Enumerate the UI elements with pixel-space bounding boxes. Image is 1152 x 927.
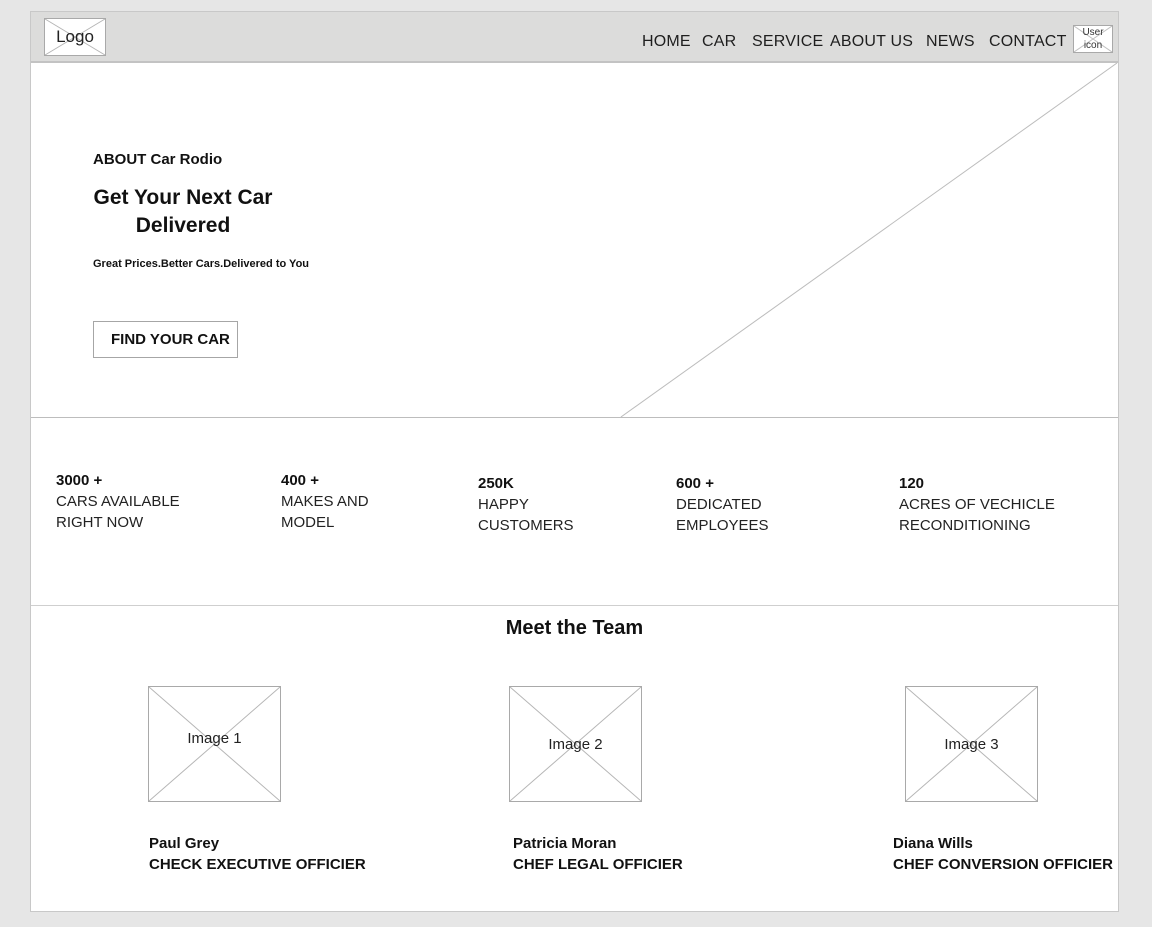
user-icon-label-line1: User xyxy=(1082,27,1104,38)
nav-news[interactable]: NEWS xyxy=(926,33,975,53)
nav-service[interactable]: SERVICE xyxy=(752,33,823,53)
hero-image-placeholder-line xyxy=(620,63,1118,417)
image-label: Image 1 xyxy=(187,729,242,747)
stat-number: 400 + xyxy=(281,472,319,489)
stats-section: 3000 + CARS AVAILABLE RIGHT NOW 400 + MA… xyxy=(31,418,1118,606)
stat-label: CARS AVAILABLE RIGHT NOW xyxy=(56,493,180,531)
hero-eyebrow: ABOUT Car Rodio xyxy=(93,151,223,168)
stat-customers: 250K HAPPY CUSTOMERS xyxy=(478,473,574,536)
hero-subtitle: Great Prices.Better Cars.Delivered to Yo… xyxy=(93,258,310,270)
image-label: Image 3 xyxy=(944,735,999,753)
stat-number: 250K xyxy=(478,475,514,492)
logo[interactable]: Logo xyxy=(44,18,106,56)
header-bar: Logo HOME CAR SERVICE ABOUT US NEWS CONT… xyxy=(31,12,1118,63)
member-role-1: CHECK EXECUTIVE OFFICIER xyxy=(149,856,366,873)
member-name-3: Diana Wills xyxy=(893,835,973,852)
team-image-1: Image 1 xyxy=(148,686,281,802)
nav-home[interactable]: HOME xyxy=(642,33,691,53)
stat-label: ACRES OF VECHICLE RECONDITIONING xyxy=(899,496,1055,534)
stat-employees: 600 + DEDICATED EMPLOYEES xyxy=(676,473,769,536)
hero-title: Get Your Next Car Delivered xyxy=(93,186,273,237)
nav-about-us[interactable]: ABOUT US xyxy=(830,33,913,53)
logo-label: Logo xyxy=(56,27,94,46)
stat-cars: 3000 + CARS AVAILABLE RIGHT NOW xyxy=(56,470,180,533)
member-name-2: Patricia Moran xyxy=(513,835,617,852)
find-your-car-button[interactable]: FIND YOUR CAR xyxy=(93,321,238,358)
member-name-1: Paul Grey xyxy=(149,835,220,852)
user-icon-label-line2: icon xyxy=(1083,40,1103,51)
stat-number: 3000 + xyxy=(56,472,103,489)
stat-makes: 400 + MAKES AND MODEL xyxy=(281,470,369,533)
image-label: Image 2 xyxy=(548,735,603,753)
stat-label: HAPPY CUSTOMERS xyxy=(478,496,574,534)
member-role-2: CHEF LEGAL OFFICIER xyxy=(513,856,683,873)
page-frame: Logo HOME CAR SERVICE ABOUT US NEWS CONT… xyxy=(30,11,1119,912)
member-role-3: CHEF CONVERSION OFFICIER xyxy=(893,856,1114,873)
nav-car[interactable]: CAR xyxy=(702,33,736,53)
stat-acres: 120 ACRES OF VECHICLE RECONDITIONING xyxy=(899,473,1055,536)
team-title: Meet the Team xyxy=(505,617,644,639)
stat-label: DEDICATED EMPLOYEES xyxy=(676,496,769,534)
hero-section: ABOUT Car Rodio Get Your Next Car Delive… xyxy=(31,63,1118,418)
stat-number: 120 xyxy=(899,475,925,492)
team-image-3: Image 3 xyxy=(905,686,1038,802)
stat-number: 600 + xyxy=(676,475,714,492)
user-icon[interactable]: User icon xyxy=(1073,25,1113,53)
nav-contact[interactable]: CONTACT xyxy=(989,33,1067,53)
team-image-2: Image 2 xyxy=(509,686,642,802)
stat-label: MAKES AND MODEL xyxy=(281,493,369,531)
